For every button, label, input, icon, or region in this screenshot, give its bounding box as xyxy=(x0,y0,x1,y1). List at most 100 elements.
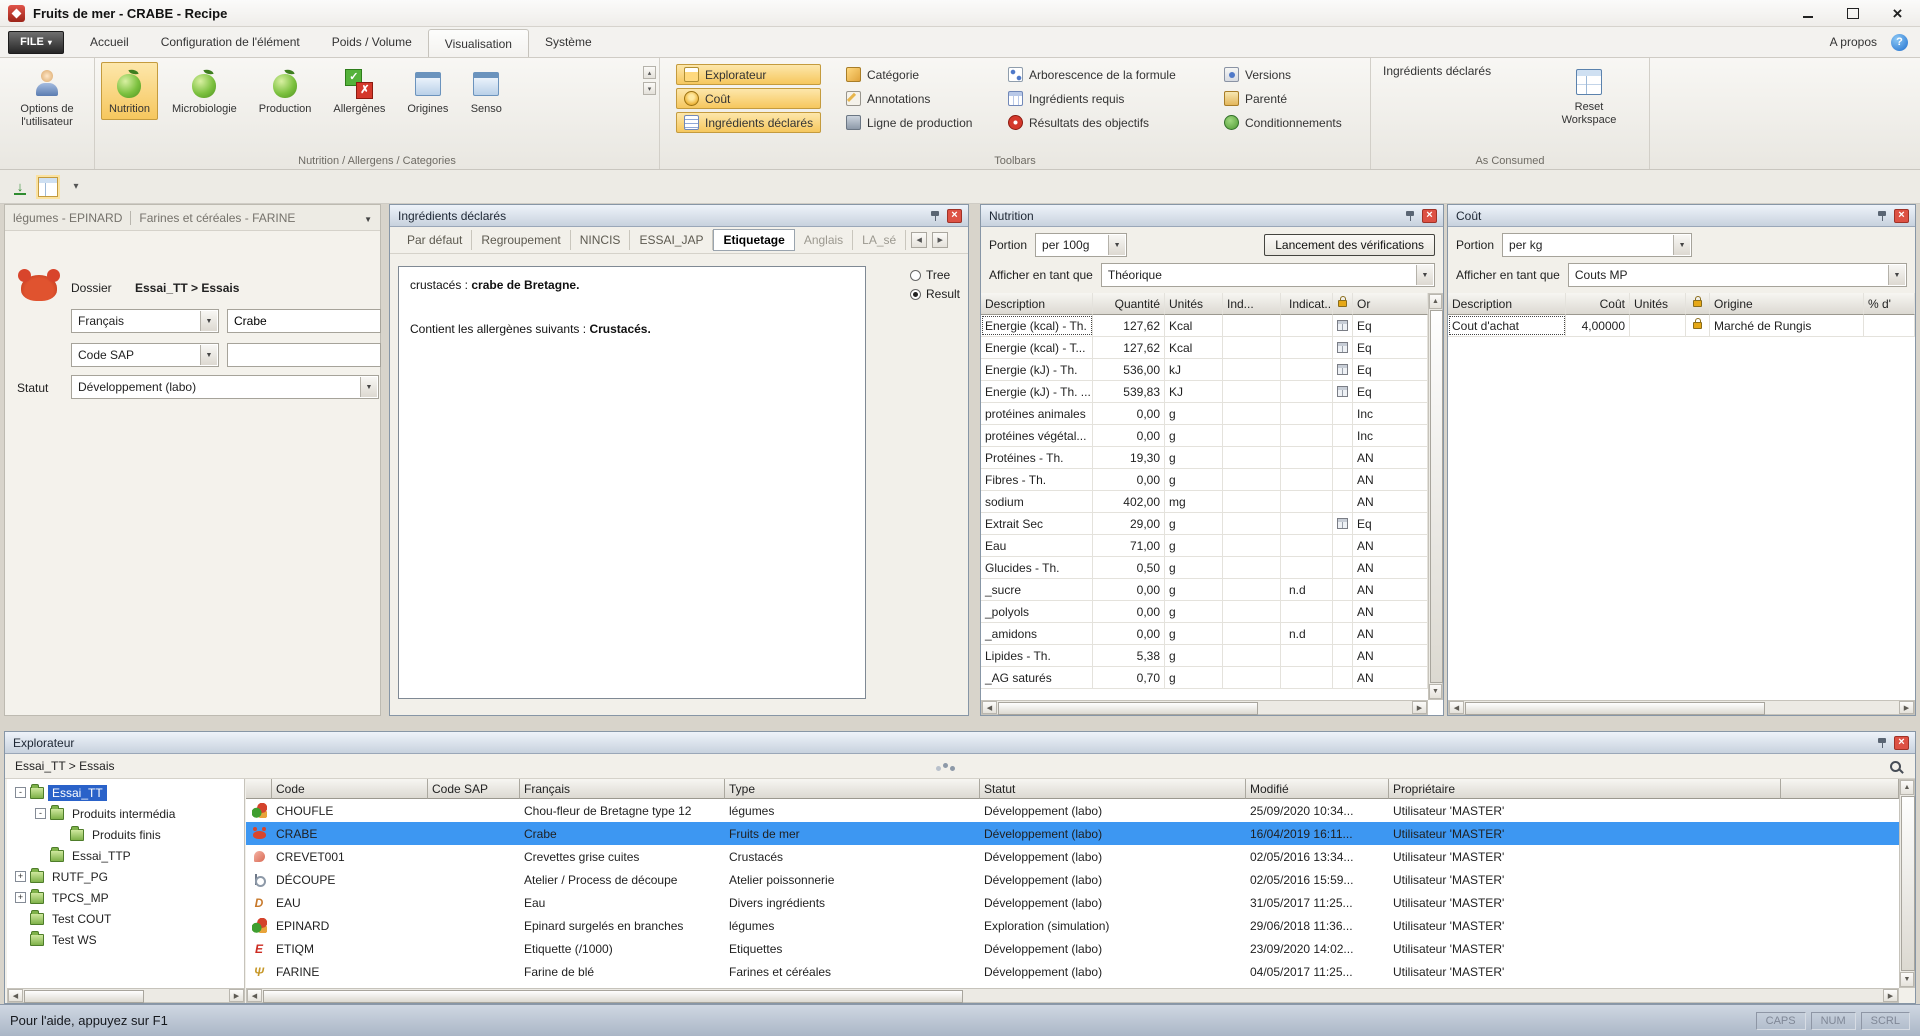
nutrient-name[interactable]: Extrait Sec xyxy=(981,513,1093,534)
verifications-button[interactable]: Lancement des vérifications xyxy=(1264,234,1435,256)
search-icon[interactable] xyxy=(1890,761,1901,772)
nutrient-row[interactable]: sodium 402,00 mg AN xyxy=(981,491,1428,513)
cost-description[interactable]: Cout d'achat xyxy=(1448,315,1566,336)
nutrient-name[interactable]: protéines végétal... xyxy=(981,425,1093,446)
scroll-up-icon[interactable] xyxy=(1429,294,1442,309)
nutrient-quantity[interactable]: 19,30 xyxy=(1093,447,1165,468)
nutrient-quantity[interactable]: 0,00 xyxy=(1093,601,1165,622)
ingredient-tab[interactable]: Anglais xyxy=(795,230,853,250)
item-name-input[interactable] xyxy=(227,309,381,333)
portion-select[interactable]: per kg xyxy=(1502,233,1692,257)
nutrient-name[interactable]: Lipides - Th. xyxy=(981,645,1093,666)
nutrient-row[interactable]: Extrait Sec 29,00 g Eq xyxy=(981,513,1428,535)
nutrient-row[interactable]: _amidons 0,00 g n.d AN xyxy=(981,623,1428,645)
toolbar-toggle-button[interactable]: Explorateur xyxy=(676,64,821,85)
column-header[interactable]: Statut xyxy=(980,779,1246,799)
panel-close-icon[interactable] xyxy=(1894,209,1909,223)
toolbar-toggle-button[interactable]: Résultats des objectifs xyxy=(1000,112,1184,133)
statut-select[interactable]: Développement (labo) xyxy=(71,375,379,399)
column-header[interactable]: Origine xyxy=(1710,293,1864,315)
label-text-area[interactable]: crustacés : crabe de Bretagne. Contient … xyxy=(398,266,866,699)
nutrient-quantity[interactable]: 127,62 xyxy=(1093,337,1165,358)
column-header[interactable]: Propriétaire xyxy=(1389,779,1781,799)
pin-icon[interactable] xyxy=(1876,209,1888,223)
nutrient-quantity[interactable]: 5,38 xyxy=(1093,645,1165,666)
toolbar-toggle-button[interactable]: Catégorie xyxy=(838,64,980,85)
scroll-right-icon[interactable] xyxy=(229,989,244,1002)
column-header[interactable]: Unités xyxy=(1630,293,1686,315)
pin-icon[interactable] xyxy=(1876,736,1888,750)
language-select[interactable]: Français xyxy=(71,309,219,333)
explorer-row[interactable]: CREVET001 Crevettes grise cuites Crustac… xyxy=(246,845,1899,868)
column-header[interactable]: Quantité xyxy=(1093,293,1165,315)
column-header[interactable]: Unités xyxy=(1165,293,1223,315)
nutrient-row[interactable]: Energie (kcal) - T... 127,62 Kcal Eq xyxy=(981,337,1428,359)
tree-expander-icon[interactable] xyxy=(15,871,26,882)
portion-select[interactable]: per 100g xyxy=(1035,233,1127,257)
scroll-left-icon[interactable] xyxy=(982,701,997,714)
ingredient-tab[interactable]: LA_sé xyxy=(853,230,906,250)
explorer-row[interactable]: CHOUFLE Chou-fleur de Bretagne type 12 l… xyxy=(246,799,1899,822)
explorer-row[interactable]: EAU Eau Divers ingrédients Développement… xyxy=(246,891,1899,914)
menu-tab[interactable]: Accueil xyxy=(74,27,145,57)
display-as-select[interactable]: Théorique xyxy=(1101,263,1435,287)
nutrient-row[interactable]: _sucre 0,00 g n.d AN xyxy=(981,579,1428,601)
menu-tab[interactable]: Configuration de l'élément xyxy=(145,27,316,57)
close-button[interactable] xyxy=(1875,0,1920,27)
cost-value[interactable]: 4,00000 xyxy=(1566,315,1630,336)
toolbar-toggle-button[interactable]: Coût xyxy=(676,88,821,109)
nutrient-name[interactable]: Glucides - Th. xyxy=(981,557,1093,578)
tree-item[interactable]: Test COUT xyxy=(7,908,244,929)
menu-tab[interactable]: Système xyxy=(529,27,608,57)
import-icon[interactable] xyxy=(10,177,30,197)
dropdown-caret-icon[interactable] xyxy=(364,211,372,225)
nutrient-name[interactable]: _polyols xyxy=(981,601,1093,622)
nutrient-row[interactable]: _AG saturés 0,70 g AN xyxy=(981,667,1428,689)
scrollbar-thumb[interactable] xyxy=(24,990,144,1003)
group-scroll-up-icon[interactable] xyxy=(643,66,656,79)
column-header[interactable]: Code xyxy=(272,779,428,799)
vertical-scrollbar[interactable] xyxy=(1899,779,1915,988)
nutrient-name[interactable]: _AG saturés xyxy=(981,667,1093,688)
tree-expander-icon[interactable] xyxy=(15,892,26,903)
nutrient-name[interactable]: _sucre xyxy=(981,579,1093,600)
horizontal-scrollbar[interactable] xyxy=(981,700,1428,715)
nutrient-row[interactable]: Lipides - Th. 5,38 g AN xyxy=(981,645,1428,667)
nav-item-epinard[interactable]: légumes - EPINARD xyxy=(13,211,122,225)
tree-expander-icon[interactable] xyxy=(35,808,46,819)
nutrient-quantity[interactable]: 536,00 xyxy=(1093,359,1165,380)
nutrient-row[interactable]: Eau 71,00 g AN xyxy=(981,535,1428,557)
lock-column-header[interactable] xyxy=(1686,293,1710,315)
column-header[interactable]: Coût xyxy=(1566,293,1630,315)
scrollbar-thumb[interactable] xyxy=(263,990,963,1003)
nutrient-name[interactable]: sodium xyxy=(981,491,1093,512)
nutrient-name[interactable]: Protéines - Th. xyxy=(981,447,1093,468)
scrollbar-thumb[interactable] xyxy=(1465,702,1765,715)
dropdown-caret-icon[interactable] xyxy=(1888,265,1905,285)
dropdown-caret-icon[interactable] xyxy=(1416,265,1433,285)
ribbon-view-button[interactable]: Nutrition xyxy=(101,62,158,120)
column-header[interactable]: Description xyxy=(981,293,1093,315)
toolbar-toggle-button[interactable]: Ingrédients requis xyxy=(1000,88,1184,109)
about-link[interactable]: A propos xyxy=(1830,35,1877,49)
tree-item[interactable]: Essai_TT xyxy=(7,782,244,803)
minimize-button[interactable] xyxy=(1785,0,1830,27)
toolbar-toggle-button[interactable]: Annotations xyxy=(838,88,980,109)
ingredient-tab[interactable]: Par défaut xyxy=(398,230,472,250)
nutrient-name[interactable]: Energie (kcal) - T... xyxy=(981,337,1093,358)
scroll-right-icon[interactable] xyxy=(1899,701,1914,714)
scroll-left-icon[interactable] xyxy=(8,989,23,1002)
nutrient-row[interactable]: protéines animales 0,00 g Inc xyxy=(981,403,1428,425)
help-icon[interactable] xyxy=(1891,34,1908,51)
panel-close-icon[interactable] xyxy=(1422,209,1437,223)
drag-handle-icon[interactable] xyxy=(943,763,948,768)
dropdown-caret-icon[interactable] xyxy=(1673,235,1690,255)
sap-code-input[interactable] xyxy=(227,343,381,367)
scroll-right-icon[interactable] xyxy=(1412,701,1427,714)
nutrient-name[interactable]: Energie (kJ) - Th. ... xyxy=(981,381,1093,402)
nav-item-farine[interactable]: Farines et céréales - FARINE xyxy=(139,211,295,225)
nutrient-quantity[interactable]: 127,62 xyxy=(1093,315,1165,336)
explorer-row[interactable]: FARINE Farine de blé Farines et céréales… xyxy=(246,960,1899,983)
tree-item[interactable]: TPCS_MP xyxy=(7,887,244,908)
maximize-button[interactable] xyxy=(1830,0,1875,27)
